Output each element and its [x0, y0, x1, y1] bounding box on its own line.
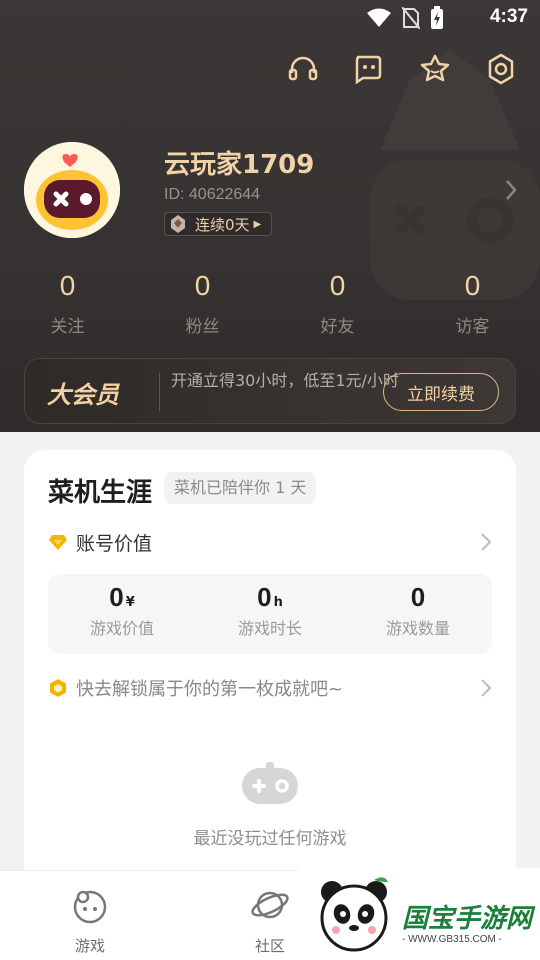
favorites-button[interactable] — [418, 52, 452, 86]
avatar[interactable] — [24, 142, 120, 238]
stat-value: 0 — [59, 270, 76, 301]
streak-badge[interactable]: 连续0天 ▶ — [164, 212, 272, 236]
account-value-label: 账号价值 — [76, 532, 153, 555]
games-icon — [73, 890, 107, 924]
diamond-icon — [49, 535, 67, 550]
metric-game-value: 0 ¥ 游戏价值 — [48, 574, 196, 654]
crown-badge-icon — [171, 215, 185, 233]
metric-value: 0 — [410, 582, 426, 612]
streak-label: 连续0天 — [195, 215, 250, 234]
stat-visitors[interactable]: 0 访客 — [405, 268, 540, 337]
metric-game-count: 0 游戏数量 — [344, 574, 492, 654]
username: 云玩家1709 — [164, 150, 315, 180]
chevron-right-icon — [481, 533, 492, 551]
site-watermark: 国宝手游网 - WWW.GB315.COM - — [298, 868, 540, 960]
chevron-right-icon — [481, 679, 492, 697]
vip-banner[interactable]: 大会员 开通立得30小时，低至1元/小时 立即续费 — [24, 358, 516, 424]
stat-value: 0 — [464, 270, 481, 301]
metric-label: 游戏数量 — [385, 619, 450, 638]
streak-arrow-icon: ▶ — [253, 218, 262, 230]
achievement-row[interactable]: 快去解锁属于你的第一枚成就吧~ — [48, 672, 492, 704]
star-icon — [420, 54, 450, 82]
account-metrics: 0 ¥ 游戏价值 0h 游戏时长 0 游戏数量 — [48, 574, 492, 654]
stat-value: 0 — [194, 270, 211, 301]
metric-label: 游戏时长 — [237, 619, 302, 638]
gear-icon — [488, 53, 514, 85]
watermark-title: 国宝手游网 — [402, 904, 533, 934]
account-value-row[interactable]: 账号价值 — [48, 526, 492, 558]
metric-label: 游戏价值 — [89, 619, 154, 638]
stat-label: 好友 — [320, 317, 355, 337]
tab-games[interactable]: 游戏 — [50, 885, 130, 956]
community-icon — [251, 891, 289, 919]
metric-unit: ¥ — [125, 595, 135, 610]
stat-label: 关注 — [50, 317, 85, 337]
stat-following[interactable]: 0 关注 — [0, 268, 135, 337]
career-title: 菜机生涯 — [48, 478, 153, 508]
settings-button[interactable] — [484, 52, 518, 86]
messages-button[interactable] — [352, 52, 386, 86]
stat-value: 0 — [329, 270, 346, 301]
wifi-icon — [367, 8, 391, 27]
chat-face-icon — [355, 55, 382, 85]
stat-fans[interactable]: 0 粉丝 — [135, 268, 270, 337]
metric-value: 0 — [257, 582, 272, 612]
stat-label: 粉丝 — [185, 317, 220, 337]
status-bar: 4:37 — [0, 0, 540, 36]
metric-play-time: 0h 游戏时长 — [196, 574, 344, 654]
achievement-prompt: 快去解锁属于你的第一枚成就吧~ — [76, 679, 344, 700]
profile-chevron-right-icon[interactable] — [504, 178, 518, 202]
renew-button[interactable]: 立即续费 — [383, 373, 499, 411]
status-time: 4:37 — [489, 6, 528, 27]
career-tag: 菜机已陪伴你 1 天 — [164, 472, 317, 504]
metric-unit: h — [273, 595, 283, 610]
stat-label: 访客 — [455, 317, 490, 337]
social-stats: 0 关注 0 粉丝 0 好友 0 访客 — [0, 268, 540, 337]
vip-logo: 大会员 — [47, 381, 119, 409]
career-card: 菜机生涯 菜机已陪伴你 1 天 账号价值 0 ¥ 游戏价值 0h 游戏时长 0 游… — [24, 450, 516, 890]
watermark-url: - WWW.GB315.COM - — [402, 934, 502, 945]
vip-divider — [159, 373, 160, 411]
mascot-gamepad-icon — [24, 142, 120, 238]
user-id: ID: 40622644 — [164, 186, 261, 203]
customer-service-button[interactable] — [286, 52, 320, 86]
achievement-hexagon-icon — [50, 679, 66, 697]
tab-label: 游戏 — [74, 937, 105, 955]
empty-gamepad-icon — [242, 762, 298, 804]
metric-value: 0 — [109, 582, 124, 612]
no-sim-icon — [402, 7, 420, 29]
battery-charging-icon — [431, 6, 443, 29]
stat-friends[interactable]: 0 好友 — [270, 268, 405, 337]
top-actions — [286, 52, 518, 86]
headset-icon — [288, 56, 318, 81]
vip-description: 开通立得30小时，低至1元/小时 — [171, 371, 399, 390]
panda-logo-icon — [320, 877, 388, 952]
empty-state-text: 最近没玩过任何游戏 — [193, 829, 347, 849]
